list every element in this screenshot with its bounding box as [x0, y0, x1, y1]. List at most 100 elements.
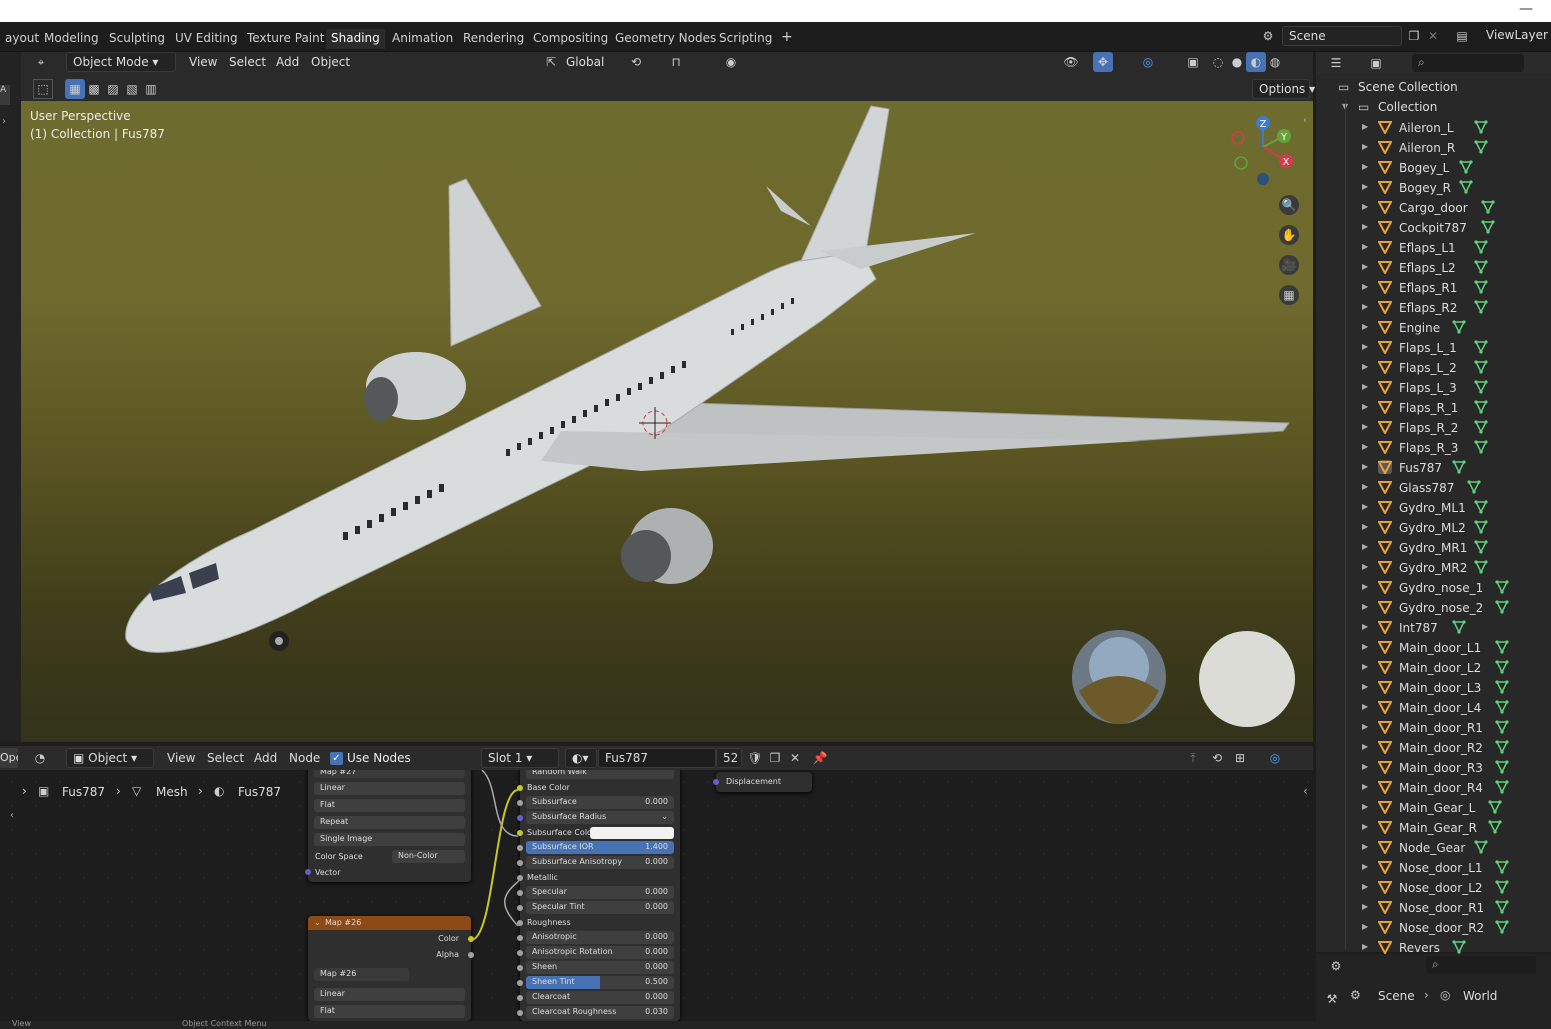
input-field[interactable]: Subsurface Anisotropy 0.000: [526, 856, 674, 869]
tool-icon[interactable]: A: [0, 85, 10, 105]
new-scene-icon[interactable]: ❐: [1404, 26, 1424, 46]
mesh-data-icon[interactable]: [1452, 460, 1466, 474]
expand-arrow-icon[interactable]: ▶: [1362, 722, 1368, 731]
expand-arrow-icon[interactable]: ▶: [1362, 622, 1368, 631]
menu-add[interactable]: Add: [276, 55, 299, 69]
select-new-icon[interactable]: ▦: [65, 79, 85, 99]
mesh-data-icon[interactable]: [1495, 780, 1509, 794]
perspective-toggle-icon[interactable]: ▦: [1279, 285, 1299, 305]
expand-arrow-icon[interactable]: ▶: [1362, 142, 1368, 151]
expand-arrow-icon[interactable]: ▶: [1362, 502, 1368, 511]
mesh-data-icon[interactable]: [1474, 280, 1488, 294]
scene-collection-row[interactable]: ▭ Scene Collection: [1316, 78, 1551, 98]
collapse-arrow-icon[interactable]: ⌄: [314, 918, 321, 927]
outliner-item[interactable]: ▶ Bogey_L: [1316, 158, 1551, 178]
input-socket[interactable]: [517, 800, 523, 806]
outliner-item[interactable]: ▶ Gydro_MR1: [1316, 538, 1551, 558]
zoom-icon[interactable]: 🔍: [1279, 195, 1299, 215]
expand-arrow-icon[interactable]: ▶: [1362, 302, 1368, 311]
input-socket[interactable]: [517, 845, 523, 851]
tab-geometry-nodes[interactable]: Geometry Nodes: [610, 29, 721, 49]
outliner-type-icon[interactable]: ☰: [1326, 53, 1346, 73]
mesh-data-icon[interactable]: [1495, 700, 1509, 714]
menu-object[interactable]: Object: [311, 55, 350, 69]
mesh-data-icon[interactable]: [1495, 900, 1509, 914]
menu-select[interactable]: Select: [229, 55, 266, 69]
outliner-item[interactable]: ▶ Main_Gear_R: [1316, 818, 1551, 838]
tab-uv-editing[interactable]: UV Editing: [170, 29, 243, 49]
displacement-input-socket[interactable]: [713, 779, 719, 785]
properties-type-icon[interactable]: ⚙: [1326, 956, 1346, 976]
input-field[interactable]: Clearcoat Roughness 0.030: [526, 1006, 674, 1019]
mesh-data-icon[interactable]: [1495, 680, 1509, 694]
solid-shading-icon[interactable]: ●: [1227, 52, 1247, 72]
outliner-item[interactable]: ▶ Gydro_nose_2: [1316, 598, 1551, 618]
expand-arrow-icon[interactable]: ▶: [1362, 202, 1368, 211]
visibility-icon[interactable]: 👁: [1061, 52, 1081, 72]
fake-user-icon[interactable]: 🛡: [745, 748, 765, 768]
input-field[interactable]: Clearcoat 0.000: [526, 991, 674, 1004]
sidebar-toggle-icon[interactable]: ‹: [1303, 115, 1307, 126]
material-users-count[interactable]: 52: [716, 748, 742, 768]
outliner-item[interactable]: ▶ Main_door_L2: [1316, 658, 1551, 678]
outliner-item[interactable]: ▶ Main_door_L1: [1316, 638, 1551, 658]
outliner-item[interactable]: ▶ Main_door_R1: [1316, 718, 1551, 738]
outliner-item[interactable]: ▶ Eflaps_L1: [1316, 238, 1551, 258]
mesh-data-icon[interactable]: [1452, 620, 1466, 634]
outliner-item[interactable]: ▶ Int787: [1316, 618, 1551, 638]
projection-dropdown[interactable]: Flat: [314, 799, 465, 812]
input-socket[interactable]: [517, 965, 523, 971]
scene-icon[interactable]: ⚙: [1258, 26, 1278, 46]
duplicate-material-icon[interactable]: ❐: [765, 748, 785, 768]
expand-arrow-icon[interactable]: ▶: [1362, 762, 1368, 771]
expand-arrow-icon[interactable]: ▶: [1362, 602, 1368, 611]
material-output-node[interactable]: Displacement: [713, 772, 812, 792]
color-output-socket[interactable]: [468, 936, 474, 942]
mesh-data-icon[interactable]: [1474, 340, 1488, 354]
expand-arrow-icon[interactable]: ▶: [1362, 942, 1368, 951]
menu-view[interactable]: View: [189, 55, 217, 69]
parent-node-tree-icon[interactable]: ⤒: [1183, 748, 1203, 768]
image-texture-node-top[interactable]: Map #27 Linear Flat Repeat Single Image …: [305, 764, 471, 882]
outliner-item[interactable]: ▶ Nose_door_R2: [1316, 918, 1551, 938]
outliner-item[interactable]: ▶ Bogey_R: [1316, 178, 1551, 198]
expand-arrow-icon[interactable]: ▶: [1362, 242, 1368, 251]
mesh-data-icon[interactable]: [1488, 820, 1502, 834]
mesh-data-icon[interactable]: [1474, 440, 1488, 454]
select-invert-icon[interactable]: ▧: [122, 79, 142, 99]
mesh-data-icon[interactable]: [1474, 560, 1488, 574]
gizmo-neg-z[interactable]: [1257, 173, 1269, 185]
outliner-item[interactable]: ▶ Nose_door_R1: [1316, 898, 1551, 918]
collection-row[interactable]: ▼ ▭ Collection: [1316, 98, 1551, 118]
input-socket[interactable]: [517, 860, 523, 866]
tab-rendering[interactable]: Rendering: [458, 29, 529, 49]
expand-arrow-icon[interactable]: ▶: [1362, 782, 1368, 791]
interpolation-dropdown[interactable]: Linear: [314, 782, 465, 795]
tab-scripting[interactable]: Scripting: [714, 29, 777, 49]
expand-arrow-icon[interactable]: ▶: [1362, 182, 1368, 191]
outliner-item[interactable]: ▶ Gydro_ML1: [1316, 498, 1551, 518]
rendered-shading-icon[interactable]: ◍: [1265, 52, 1285, 72]
outliner-item[interactable]: ▶ Aileron_L: [1316, 118, 1551, 138]
interpolation-dropdown[interactable]: Linear: [314, 988, 465, 1001]
tab-ayout[interactable]: ayout: [0, 29, 44, 49]
proportional-icon[interactable]: ◉: [721, 52, 741, 72]
outliner-item[interactable]: ▶ Main_door_R4: [1316, 778, 1551, 798]
expand-arrow-icon[interactable]: ▶: [1362, 802, 1368, 811]
mesh-data-icon[interactable]: [1474, 500, 1488, 514]
outliner-item[interactable]: ▶ Gydro_ML2: [1316, 518, 1551, 538]
mesh-data-icon[interactable]: [1488, 800, 1502, 814]
outliner-item[interactable]: ▶ Main_door_R2: [1316, 738, 1551, 758]
outliner-item[interactable]: ▶ Eflaps_L2: [1316, 258, 1551, 278]
mesh-data-icon[interactable]: [1495, 640, 1509, 654]
outliner-item[interactable]: ▶ Flaps_R_1: [1316, 398, 1551, 418]
airplane-model[interactable]: [21, 101, 1313, 742]
outliner-item[interactable]: ▶ Cockpit787: [1316, 218, 1551, 238]
input-socket[interactable]: [517, 995, 523, 1001]
pan-hand-icon[interactable]: ✋: [1279, 225, 1299, 245]
color-space-dropdown[interactable]: Non-Color: [392, 850, 465, 863]
mesh-data-icon[interactable]: [1495, 880, 1509, 894]
expand-arrow-icon[interactable]: ▶: [1362, 882, 1368, 891]
tab-modeling[interactable]: Modeling: [39, 29, 104, 49]
tab-animation[interactable]: Animation: [387, 29, 458, 49]
